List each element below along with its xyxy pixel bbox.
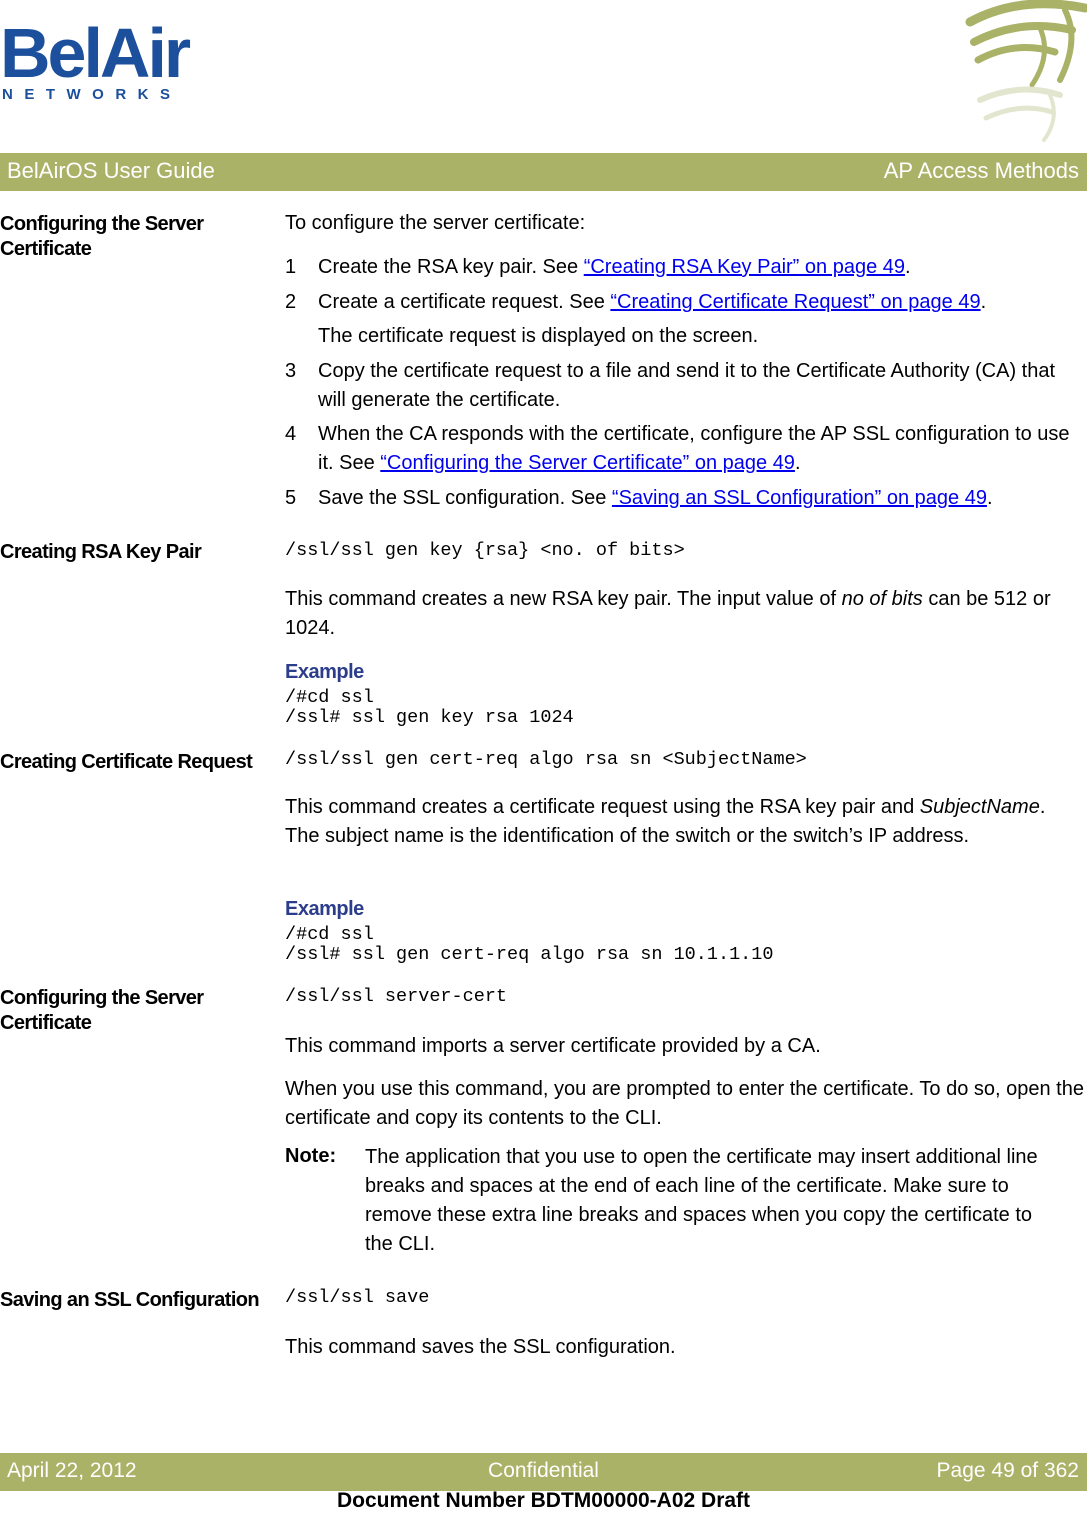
step-text: Copy the certificate request to a file a… <box>318 360 1056 411</box>
step-number: 3 <box>285 360 297 382</box>
link-creating-rsa-key-pair[interactable]: “Creating RSA Key Pair” on page 49 <box>584 256 905 278</box>
note-text: The application that you use to open the… <box>365 1146 1038 1255</box>
step-number: 1 <box>285 256 297 278</box>
link-creating-certificate-request[interactable]: “Creating Certificate Request” on page 4… <box>610 291 980 313</box>
document-number: Document Number BDTM00000-A02 Draft <box>336 1489 751 1512</box>
step-text: The certificate request is displayed on … <box>318 325 759 347</box>
section-title-rsa: Creating RSA Key Pair <box>0 541 202 563</box>
cert-req-command: /ssl/ssl gen cert-req algo rsa sn <Subje… <box>285 749 807 770</box>
save-description: This command saves the SSL configuration… <box>285 1336 676 1358</box>
header-bar: BelAirOS User Guide AP Access Methods <box>0 153 1087 191</box>
section-title-cert-req: Creating Certificate Request <box>0 751 253 773</box>
header-guide-title: BelAirOS User Guide <box>7 158 215 183</box>
step-text: Create a certificate request. See <box>318 291 611 313</box>
logo-brand: BelAir <box>0 14 191 92</box>
link-configuring-server-certificate[interactable]: “Configuring the Server Certificate” on … <box>380 452 795 474</box>
step-number: 2 <box>285 291 297 313</box>
footer-bar: April 22, 2012 Confidential Page 49 of 3… <box>0 1453 1087 1491</box>
step-number: 4 <box>285 423 297 445</box>
punctuation: . <box>986 487 993 509</box>
rsa-command: /ssl/ssl gen key {rsa} <no. of bits> <box>285 540 685 561</box>
belair-logo: BelAir NETWORKS <box>0 18 200 108</box>
punctuation: . <box>980 291 987 313</box>
rsa-example-code: /#cd ssl /ssl# ssl gen key rsa 1024 <box>285 687 574 728</box>
section-title-config-cert: Configuring the Server Certificate <box>0 213 204 260</box>
desc-emphasis: no of bits <box>841 588 923 610</box>
server-cert-command: /ssl/ssl server-cert <box>285 986 508 1007</box>
footer-confidential: Confidential <box>488 1459 599 1482</box>
logo-subtitle: NETWORKS <box>2 86 182 103</box>
rsa-example-heading: Example <box>285 661 364 683</box>
server-cert-desc-1: This command imports a server certificat… <box>285 1035 821 1057</box>
desc-text: This command creates a certificate reque… <box>285 796 920 818</box>
header-chapter-title: AP Access Methods <box>883 158 1079 183</box>
cert-req-description: This command creates a certificate reque… <box>285 793 1085 851</box>
server-cert-desc-2: When you use this command, you are promp… <box>285 1078 1084 1129</box>
punctuation: . <box>794 452 801 474</box>
footer-page-number: Page 49 of 362 <box>936 1459 1079 1482</box>
desc-text: This command creates a new RSA key pair.… <box>285 588 842 610</box>
cert-req-example-code: /#cd ssl /ssl# ssl gen cert-req algo rsa… <box>285 924 774 965</box>
save-command: /ssl/ssl save <box>285 1287 430 1308</box>
swoosh-logo-icon <box>965 0 1087 142</box>
step-text: Create the RSA key pair. See <box>318 256 584 278</box>
note-label: Note: <box>285 1145 337 1167</box>
desc-emphasis: SubjectName <box>919 796 1040 818</box>
link-saving-ssl-configuration[interactable]: “Saving an SSL Configuration” on page 49 <box>612 487 987 509</box>
config-cert-intro: To configure the server certificate: <box>285 212 586 234</box>
section-title-save: Saving an SSL Configuration <box>0 1289 260 1311</box>
step-number: 5 <box>285 487 297 509</box>
punctuation: . <box>905 256 911 278</box>
section-title-server-cert: Configuring the Server Certificate <box>0 987 204 1034</box>
cert-req-example-heading: Example <box>285 898 364 920</box>
step-text: Save the SSL configuration. See <box>318 487 612 509</box>
rsa-description: This command creates a new RSA key pair.… <box>285 585 1085 643</box>
